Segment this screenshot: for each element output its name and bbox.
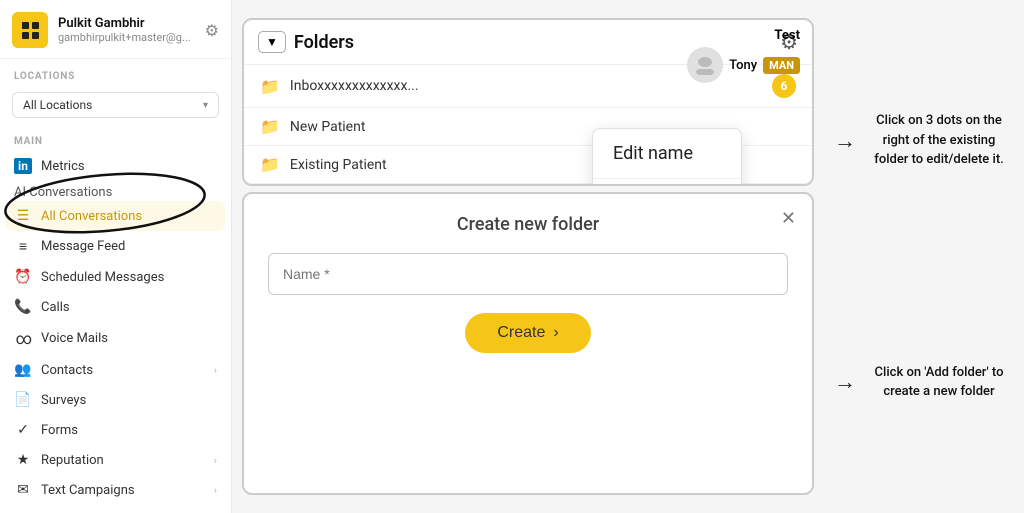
chevron-right-icon: ›	[214, 454, 217, 467]
folder-icon: 📁	[260, 117, 280, 136]
sidebar-item-message-feed[interactable]: ≡ Message Feed	[0, 231, 231, 262]
sidebar-item-label: Text Campaigns	[41, 483, 205, 498]
sidebar-item-label: Calls	[41, 300, 217, 315]
text-campaigns-icon: ✉	[14, 482, 32, 498]
chevron-right-icon: ›	[214, 484, 217, 497]
annotation-text-1: Click on 3 dots on the right of the exis…	[864, 111, 1014, 170]
sidebar-item-label: Voice Mails	[41, 331, 217, 346]
context-menu: Edit name Delete folder	[592, 128, 742, 186]
reputation-icon: ★	[14, 452, 32, 468]
conversations-icon: ☰	[14, 208, 32, 224]
folders-dropdown-button[interactable]: ▼	[258, 31, 286, 53]
create-button-icon: ›	[553, 324, 558, 342]
annotation-panel: → Click on 3 dots on the right of the ex…	[824, 0, 1024, 513]
forms-icon: ✓	[14, 422, 32, 438]
avatar	[687, 47, 723, 83]
ai-conversations-section: AI Conversations ☰ All Conversations	[0, 183, 231, 231]
annotation-2: → Click on 'Add folder' to create a new …	[834, 363, 1014, 402]
close-button[interactable]: ✕	[781, 208, 796, 229]
sidebar-item-surveys[interactable]: 📄 Surveys	[0, 385, 231, 415]
main-label: MAIN	[0, 124, 231, 151]
annotation-text-2: Click on 'Add folder' to create a new fo…	[864, 363, 1014, 402]
chevron-right-icon: ›	[214, 364, 217, 377]
chevron-down-icon: ▾	[203, 100, 208, 111]
location-selector[interactable]: All Locations ▾	[12, 92, 219, 118]
sidebar-item-label: Scheduled Messages	[41, 270, 217, 285]
user-email: gambhirpulkit+master@g...	[58, 31, 195, 44]
voicemail-icon: ∞	[14, 329, 32, 348]
test-label: Test	[774, 28, 800, 43]
sidebar-item-label: Message Feed	[41, 239, 217, 254]
sidebar-item-metrics[interactable]: in Metrics	[0, 151, 231, 181]
sidebar-item-label: Reputation	[41, 453, 205, 468]
man-badge: MAN	[763, 57, 800, 74]
sidebar-item-text-campaigns[interactable]: ✉ Text Campaigns ›	[0, 475, 231, 505]
settings-icon[interactable]: ⚙	[205, 21, 219, 40]
test-user-area: Test Tony MAN	[687, 28, 800, 83]
sidebar-item-contacts[interactable]: 👥 Contacts ›	[0, 355, 231, 385]
sidebar-item-label: Contacts	[41, 363, 205, 378]
folder-icon: 📁	[260, 77, 280, 96]
location-value: All Locations	[23, 98, 92, 112]
context-menu-edit[interactable]: Edit name	[593, 129, 741, 179]
phone-icon: 📞	[14, 299, 32, 315]
sidebar-header: Pulkit Gambhir gambhirpulkit+master@g...…	[0, 0, 231, 59]
sidebar-item-forms[interactable]: ✓ Forms	[0, 415, 231, 445]
sidebar: Pulkit Gambhir gambhirpulkit+master@g...…	[0, 0, 232, 513]
folders-panel: ▼ Folders ⚙ 📁 Inboxxxxxxxxxxxxx... 6 📁 N…	[242, 18, 814, 186]
folder-name-input[interactable]	[268, 253, 788, 295]
contacts-icon: 👥	[14, 362, 32, 378]
arrow-icon: →	[834, 128, 856, 154]
folder-icon: 📁	[260, 155, 280, 174]
sidebar-item-calls[interactable]: 📞 Calls	[0, 292, 231, 322]
create-button[interactable]: Create ›	[465, 313, 590, 353]
sidebar-item-label: All Conversations	[41, 209, 217, 224]
app-logo	[12, 12, 48, 48]
sidebar-item-email-campaigns[interactable]: ✉ Email Campaigns	[0, 505, 231, 513]
ai-conversations-text: AI Conversations	[0, 183, 231, 201]
message-feed-icon: ≡	[14, 238, 32, 255]
tony-label: Tony	[729, 58, 757, 73]
sidebar-item-label: Forms	[41, 423, 217, 438]
chevron-down-icon: ▼	[266, 35, 278, 49]
sidebar-item-scheduled-messages[interactable]: ⏰ Scheduled Messages	[0, 262, 231, 292]
linkedin-icon: in	[14, 158, 32, 174]
create-button-label: Create	[497, 324, 545, 342]
context-menu-delete[interactable]: Delete folder	[593, 179, 741, 186]
locations-label: LOCATIONS	[0, 59, 231, 86]
sidebar-item-label: Surveys	[41, 393, 217, 408]
annotation-1: → Click on 3 dots on the right of the ex…	[834, 111, 1014, 170]
user-info: Pulkit Gambhir gambhirpulkit+master@g...	[58, 16, 195, 44]
create-folder-title: Create new folder	[268, 214, 788, 235]
main-content: ▼ Folders ⚙ 📁 Inboxxxxxxxxxxxxx... 6 📁 N…	[232, 0, 824, 513]
create-folder-panel: Create new folder ✕ Create ›	[242, 192, 814, 495]
clock-icon: ⏰	[14, 269, 32, 285]
surveys-icon: 📄	[14, 392, 32, 408]
arrow-icon: →	[834, 369, 856, 395]
sidebar-item-all-conversations[interactable]: ☰ All Conversations	[6, 201, 225, 231]
sidebar-item-reputation[interactable]: ★ Reputation ›	[0, 445, 231, 475]
user-name: Pulkit Gambhir	[58, 16, 195, 31]
sidebar-item-voice-mails[interactable]: ∞ Voice Mails	[0, 322, 231, 355]
sidebar-item-label: Metrics	[41, 159, 217, 174]
